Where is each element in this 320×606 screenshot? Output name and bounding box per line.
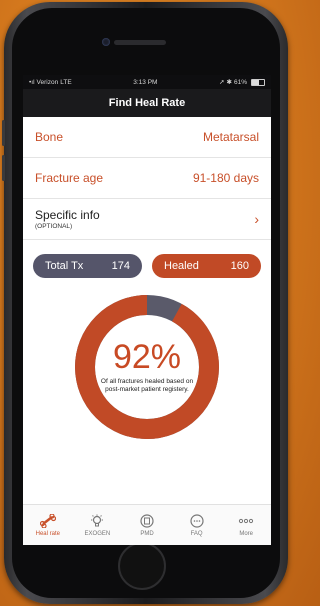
- signal-icon: •ıl: [29, 78, 35, 86]
- bone-value: Metatarsal: [202, 130, 259, 144]
- healed-label: Healed: [164, 260, 199, 272]
- tab-more[interactable]: More: [221, 505, 271, 545]
- fracture-age-row[interactable]: Fracture age 91-180 days: [23, 158, 271, 199]
- tab-bar: Heal rate EXOGEN PMD FAQ More: [23, 504, 271, 545]
- stats-pills: Total Tx 174 Healed 160: [23, 254, 271, 278]
- specific-info-label: Specific info: [35, 208, 100, 222]
- total-tx-label: Total Tx: [45, 260, 84, 272]
- battery-percent: 61%: [233, 78, 247, 86]
- healed-pill[interactable]: Healed 160: [152, 254, 261, 278]
- tab-pmd-label: PMD: [140, 530, 154, 537]
- carrier-label: Verizon: [36, 78, 59, 86]
- volume-button: [2, 120, 5, 146]
- front-camera: [102, 38, 110, 46]
- status-bar: •ıl Verizon LTE 3:13 PM ➚ ✱ 61%: [23, 75, 271, 89]
- nav-bar: Find Heal Rate: [23, 89, 271, 117]
- tab-exogen-label: EXOGEN: [84, 530, 111, 537]
- chevron-right-icon: ›: [254, 211, 259, 227]
- volume-button: [2, 155, 5, 181]
- heal-rate-donut: 92% Of all fractures healed based on pos…: [72, 292, 222, 442]
- tab-faq-label: FAQ: [190, 530, 203, 537]
- fracture-age-label: Fracture age: [35, 171, 104, 185]
- tab-pmd[interactable]: PMD: [122, 505, 172, 545]
- optional-label: (OPTIONAL): [35, 223, 73, 230]
- bone-label: Bone: [35, 130, 64, 144]
- document-icon: [140, 513, 154, 528]
- tab-heal-rate-label: Heal rate: [35, 530, 60, 537]
- page-title: Find Heal Rate: [108, 97, 186, 109]
- bluetooth-icon: ✱: [226, 79, 232, 86]
- tab-faq[interactable]: FAQ: [172, 505, 222, 545]
- healed-value: 160: [230, 260, 249, 272]
- heal-rate-caption: Of all fractures healed based on post-ma…: [100, 377, 194, 393]
- home-button[interactable]: [118, 542, 166, 590]
- total-tx-pill[interactable]: Total Tx 174: [33, 254, 142, 278]
- app-screen: •ıl Verizon LTE 3:13 PM ➚ ✱ 61% Find Hea…: [23, 75, 271, 545]
- tab-heal-rate[interactable]: Heal rate: [23, 505, 73, 545]
- specific-info-row[interactable]: Specific info (OPTIONAL) ›: [23, 199, 271, 240]
- bone-row[interactable]: Bone Metatarsal: [23, 117, 271, 158]
- more-icon: [239, 518, 254, 523]
- location-icon: ➚: [219, 79, 225, 86]
- network-label: LTE: [60, 78, 72, 86]
- bone-icon: [39, 513, 56, 528]
- tab-more-label: More: [239, 530, 253, 537]
- tab-exogen[interactable]: EXOGEN: [73, 505, 123, 545]
- bulb-icon: [91, 514, 104, 526]
- earpiece: [114, 40, 166, 45]
- battery-icon: [251, 78, 265, 86]
- total-tx-value: 174: [111, 260, 130, 272]
- clock: 3:13 PM: [133, 78, 158, 86]
- fracture-age-value: 91-180 days: [192, 171, 259, 185]
- heal-rate-percent: 92%: [112, 337, 182, 376]
- chat-icon: [189, 513, 204, 528]
